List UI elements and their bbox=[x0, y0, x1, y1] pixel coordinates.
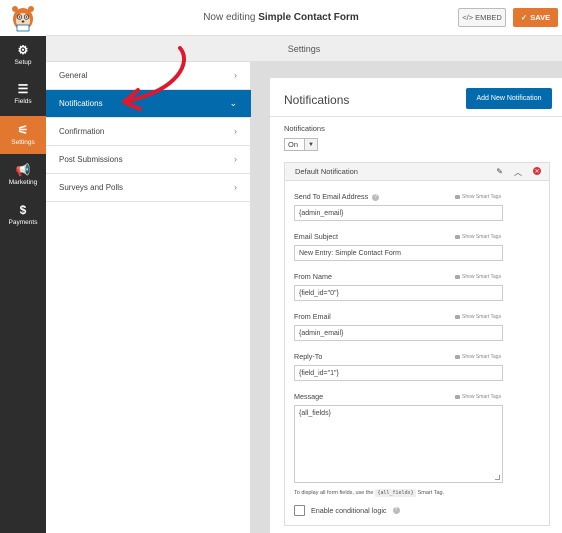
submenu-item-post-submissions[interactable]: Post Submissions › bbox=[46, 146, 251, 174]
hint-code: {all_fields} bbox=[375, 489, 416, 497]
from-name-label: From Name bbox=[294, 272, 332, 281]
builder-sidebar: ⚙ Setup ☰ Fields ⚟ Settings 📢 Marketing … bbox=[0, 36, 46, 533]
megaphone-icon: 📢 bbox=[15, 163, 31, 177]
tag-icon bbox=[455, 195, 460, 199]
notification-block-header: Default Notification ✎ ︿ ✕ bbox=[284, 162, 550, 181]
notifications-toggle-label: Notifications bbox=[284, 124, 325, 133]
dollar-icon: $ bbox=[19, 203, 27, 217]
help-icon[interactable]: ? bbox=[392, 507, 400, 514]
sidebar-item-payments[interactable]: $ Payments bbox=[0, 196, 46, 234]
email-subject-input[interactable]: New Entry: Simple Contact Form bbox=[294, 245, 503, 261]
chevron-right-icon: › bbox=[234, 182, 237, 192]
smart-tags-label: Show Smart Tags bbox=[462, 194, 502, 200]
chevron-right-icon: › bbox=[234, 70, 237, 80]
chevron-down-icon: ⌄ bbox=[229, 98, 237, 108]
add-new-notification-button[interactable]: Add New Notification bbox=[466, 88, 552, 109]
chevron-right-icon: › bbox=[234, 154, 237, 164]
sidebar-item-label: Payments bbox=[8, 219, 38, 226]
message-value: {all_fields} bbox=[299, 410, 331, 417]
send-to-label-text: Send To Email Address bbox=[294, 192, 369, 201]
help-icon[interactable]: ? bbox=[372, 194, 380, 201]
conditional-logic-label[interactable]: Enable conditional logic bbox=[311, 506, 387, 515]
send-to-label: Send To Email Address? bbox=[294, 192, 380, 201]
tag-icon bbox=[455, 355, 460, 359]
resize-handle-icon[interactable] bbox=[495, 475, 500, 480]
submenu-item-label: General bbox=[59, 71, 88, 80]
list-icon: ☰ bbox=[17, 82, 29, 96]
tag-icon bbox=[455, 315, 460, 319]
notification-name: Default Notification bbox=[295, 167, 358, 176]
smart-tags-label: Show Smart Tags bbox=[462, 314, 502, 320]
message-label: Message bbox=[294, 392, 324, 401]
chevron-down-icon: ▼ bbox=[304, 139, 317, 150]
smart-tags-label: Show Smart Tags bbox=[462, 394, 502, 400]
hint-text-after: Smart Tag. bbox=[417, 490, 445, 496]
sidebar-item-label: Fields bbox=[14, 98, 32, 105]
show-smart-tags-link[interactable]: Show Smart Tags bbox=[455, 274, 501, 280]
settings-submenu: General › Notifications ⌄ Confirmation ›… bbox=[46, 62, 251, 533]
sliders-icon: ⚟ bbox=[17, 123, 29, 137]
tag-icon bbox=[455, 395, 460, 399]
save-label: SAVE bbox=[530, 13, 551, 22]
submenu-item-surveys-polls[interactable]: Surveys and Polls › bbox=[46, 174, 251, 202]
smart-tags-label: Show Smart Tags bbox=[462, 274, 502, 280]
chevron-right-icon: › bbox=[234, 126, 237, 136]
divider bbox=[270, 116, 562, 117]
smart-tags-label: Show Smart Tags bbox=[462, 354, 502, 360]
submenu-item-label: Surveys and Polls bbox=[59, 183, 124, 192]
sidebar-item-setup[interactable]: ⚙ Setup bbox=[0, 36, 46, 74]
hint-text-before: To display all form fields, use the bbox=[294, 490, 374, 496]
smart-tags-label: Show Smart Tags bbox=[462, 234, 502, 240]
embed-button[interactable]: </> EMBED bbox=[458, 8, 506, 27]
from-email-label: From Email bbox=[294, 312, 331, 321]
show-smart-tags-link[interactable]: Show Smart Tags bbox=[455, 314, 501, 320]
reply-to-input[interactable]: {field_id="1"} bbox=[294, 365, 503, 381]
submenu-item-label: Post Submissions bbox=[59, 155, 123, 164]
submenu-item-label: Confirmation bbox=[59, 127, 105, 136]
sidebar-item-label: Marketing bbox=[8, 179, 38, 186]
pencil-icon[interactable]: ✎ bbox=[496, 167, 503, 178]
reply-to-label: Reply-To bbox=[294, 352, 323, 361]
tag-icon bbox=[455, 235, 460, 239]
gear-icon: ⚙ bbox=[17, 43, 29, 57]
sidebar-item-settings[interactable]: ⚟ Settings bbox=[0, 116, 46, 154]
sidebar-item-label: Setup bbox=[14, 59, 32, 66]
settings-header: Settings bbox=[46, 36, 562, 62]
tag-icon bbox=[455, 275, 460, 279]
submenu-item-label: Notifications bbox=[59, 99, 103, 108]
show-smart-tags-link[interactable]: Show Smart Tags bbox=[455, 394, 501, 400]
send-to-email-input[interactable]: {admin_email} bbox=[294, 205, 503, 221]
from-email-input[interactable]: {admin_email} bbox=[294, 325, 503, 341]
embed-label: EMBED bbox=[475, 13, 502, 22]
sidebar-item-marketing[interactable]: 📢 Marketing bbox=[0, 156, 46, 194]
notifications-select[interactable]: On ▼ bbox=[284, 138, 318, 151]
top-bar: Now editing Simple Contact Form </> EMBE… bbox=[0, 0, 562, 36]
submenu-item-confirmation[interactable]: Confirmation › bbox=[46, 118, 251, 146]
conditional-logic-row: Enable conditional logic ? bbox=[294, 505, 400, 516]
checkmark-icon: ✓ bbox=[520, 13, 528, 22]
panel-title: Notifications bbox=[284, 93, 350, 107]
save-button[interactable]: ✓ SAVE bbox=[513, 8, 558, 27]
notifications-select-value: On bbox=[288, 140, 299, 149]
show-smart-tags-link[interactable]: Show Smart Tags bbox=[455, 234, 501, 240]
title-prefix: Now editing bbox=[203, 12, 256, 23]
from-name-input[interactable]: {field_id="0"} bbox=[294, 285, 503, 301]
chevron-up-icon[interactable]: ︿ bbox=[514, 167, 522, 178]
submenu-item-general[interactable]: General › bbox=[46, 62, 251, 90]
sidebar-item-label: Settings bbox=[11, 139, 35, 146]
message-textarea[interactable]: {all_fields} bbox=[294, 405, 503, 483]
delete-icon[interactable]: ✕ bbox=[533, 167, 541, 175]
code-icon: </> bbox=[462, 13, 474, 22]
sidebar-item-fields[interactable]: ☰ Fields bbox=[0, 75, 46, 113]
form-name: Simple Contact Form bbox=[258, 12, 359, 23]
email-subject-label: Email Subject bbox=[294, 232, 338, 241]
conditional-logic-checkbox[interactable] bbox=[294, 505, 305, 516]
smart-tag-hint: To display all form fields, use the {all… bbox=[294, 489, 444, 497]
submenu-item-notifications[interactable]: Notifications ⌄ bbox=[46, 90, 251, 118]
show-smart-tags-link[interactable]: Show Smart Tags bbox=[455, 354, 501, 360]
show-smart-tags-link[interactable]: Show Smart Tags bbox=[455, 194, 501, 200]
